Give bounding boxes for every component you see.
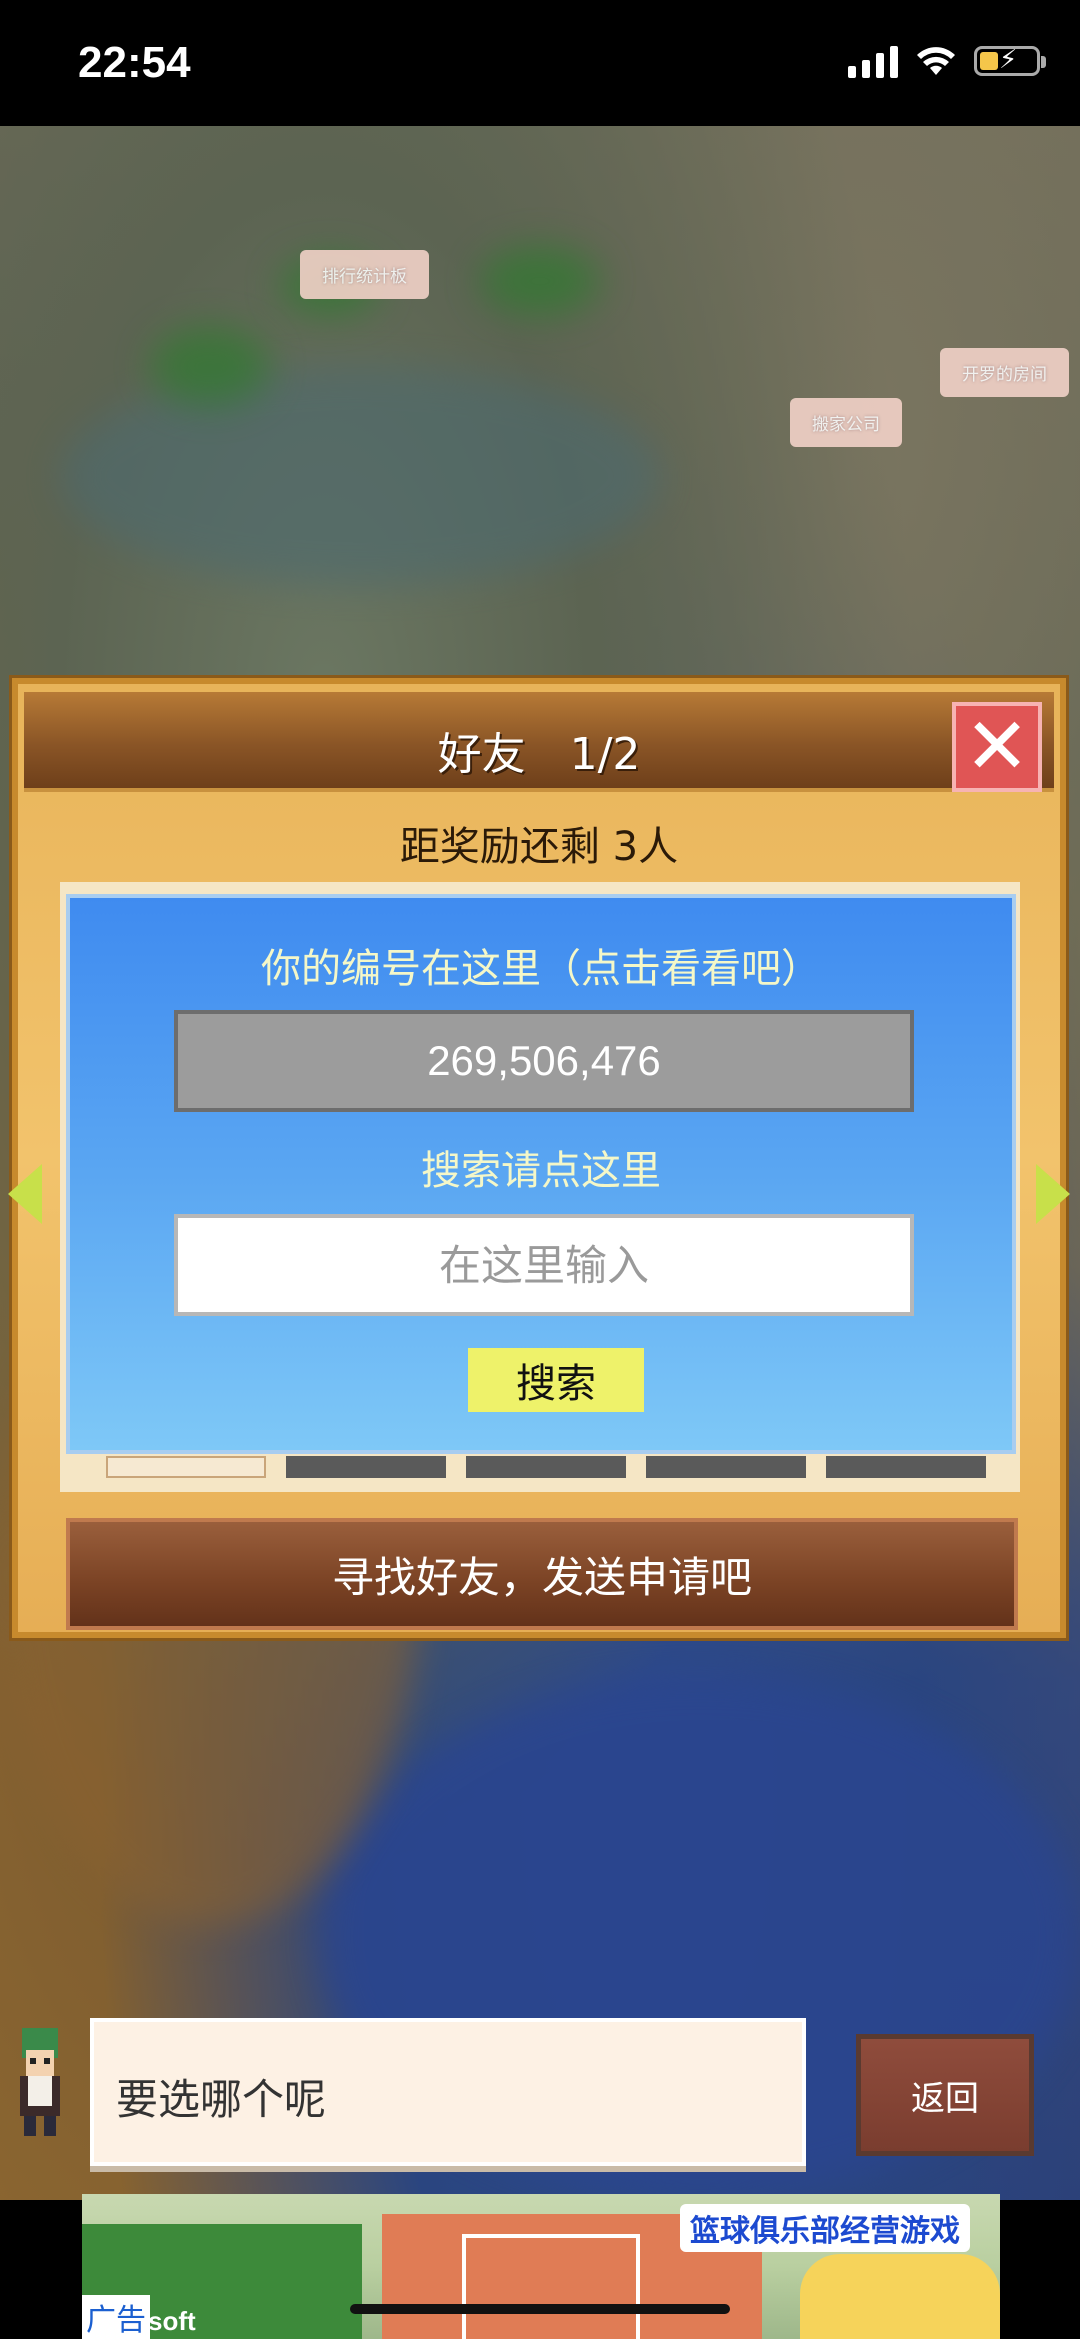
ad-image-characters (800, 2254, 1000, 2339)
message-text: 要选哪个呢 (116, 2075, 327, 2124)
status-icons: ⚡ (848, 44, 1046, 78)
friend-slot[interactable] (466, 1456, 626, 1478)
friend-slot[interactable] (286, 1456, 446, 1478)
next-page-arrow-icon[interactable] (1036, 1164, 1070, 1224)
map-label-moving-company[interactable]: 搬家公司 (790, 398, 902, 447)
dialog-title: 好友 1/2 (437, 729, 641, 780)
back-button[interactable]: 返回 (856, 2034, 1034, 2156)
ad-title: 篮球俱乐部经营游戏 (680, 2204, 970, 2252)
friends-dialog: 好友 1/2 ✕ 距奖励还剩 3人 你的编号在这里（点击看看吧） 269,506… (8, 678, 1070, 1638)
your-id-label: 你的编号在这里（点击看看吧） (261, 946, 821, 992)
ad-tag: 广告 (82, 2295, 150, 2339)
battery-icon: ⚡ (974, 45, 1046, 76)
your-id-field[interactable]: 269,506,476 (174, 1010, 914, 1112)
ad-brand: soft (148, 2306, 196, 2336)
message-bubble: 要选哪个呢 (90, 2018, 806, 2166)
search-button[interactable]: 搜索 (468, 1348, 644, 1412)
character-avatar (20, 2028, 60, 2136)
search-input[interactable] (174, 1214, 914, 1316)
friend-slot[interactable] (106, 1456, 266, 1478)
close-button[interactable]: ✕ (952, 702, 1042, 792)
dialog-header: 好友 1/2 ✕ (24, 692, 1054, 792)
prev-page-arrow-icon[interactable] (8, 1164, 42, 1224)
close-icon: ✕ (964, 702, 1030, 792)
friend-slot[interactable] (646, 1456, 806, 1478)
search-panel: 你的编号在这里（点击看看吧） 269,506,476 搜索请点这里 搜索 (66, 894, 1016, 1454)
map-label-ranking-board[interactable]: 排行统计板 (300, 250, 429, 299)
status-time: 22:54 (78, 38, 191, 87)
reward-remaining-text: 距奖励还剩 3人 (399, 824, 679, 870)
find-friends-button[interactable]: 寻找好友，发送申请吧 (66, 1518, 1018, 1630)
ad-banner[interactable]: 篮球俱乐部经营游戏 广告 soft (82, 2194, 1000, 2339)
friend-slot[interactable] (826, 1456, 986, 1478)
wifi-icon (917, 47, 955, 75)
status-bar: 22:54 ⚡ (0, 0, 1080, 126)
home-indicator[interactable] (350, 2304, 730, 2314)
search-label: 搜索请点这里 (421, 1148, 661, 1194)
cellular-signal-icon (848, 44, 898, 78)
map-label-kairo-room[interactable]: 开罗的房间 (940, 348, 1069, 397)
